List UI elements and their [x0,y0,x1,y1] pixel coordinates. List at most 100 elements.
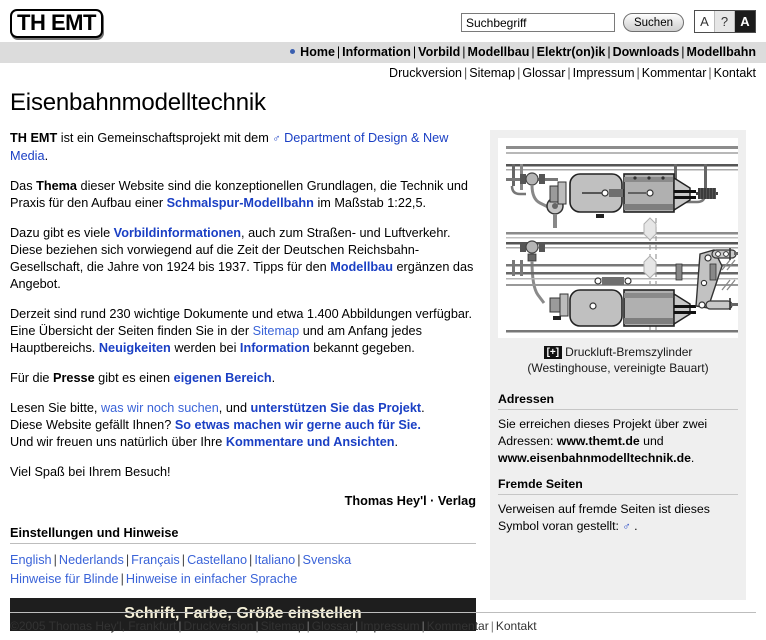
accessibility-help-button[interactable]: ? [715,11,735,32]
support-text-3: . [421,401,425,415]
external-text-1: Verweisen auf fremde Seiten ist dieses S… [498,502,710,533]
settings-heading: Einstellungen und Hinweise [10,526,179,540]
nav-separator: | [531,45,535,59]
nav-separator: | [681,45,685,59]
subnav-separator: | [708,66,712,80]
subnav-item-impressum[interactable]: Impressum [573,66,635,80]
documents-text-3: werden bei [170,341,240,355]
thema-paragraph: Das Thema dieser Website sind die konzep… [10,178,476,212]
footer-link-kontakt[interactable]: Kontakt [496,619,537,633]
lang-separator: | [297,553,301,567]
intro-paragraph: TH EMT ist ein Gemeinschaftsprojekt mit … [10,130,476,165]
footer-link-kommentar[interactable]: Kommentar [427,619,489,633]
documents-text-4: bekannt gegeben. [309,341,415,355]
zoom-plus-icon[interactable]: [+] [543,346,563,359]
addresses-heading: Adressen [498,392,555,406]
intro-text-1: ist ein Gemeinschaftsprojekt mit dem [57,131,273,145]
footer-link-impressum[interactable]: Impressum [360,619,419,633]
addresses-text-2: und [639,434,664,448]
text-size-small-button[interactable]: A [695,11,715,32]
footer-link-glossar[interactable]: Glossar [312,619,353,633]
signature: Thomas Hey'l · Verlag [344,494,476,508]
presse-text-1: Für die [10,371,54,385]
footer-separator: | [255,619,259,633]
technical-drawing-svg [498,138,738,338]
link-was-wir-noch-suchen[interactable]: was wir noch suchen [101,401,219,415]
search-area: Suchen [460,13,684,32]
footer-separator: | [306,619,310,633]
lang-link-francais[interactable]: Français [131,553,180,567]
subnav-item-kontakt[interactable]: Kontakt [714,66,756,80]
vorbild-paragraph: Dazu gibt es viele Vorbildinformationen,… [10,225,476,293]
lang-link-italiano[interactable]: Italiano [254,553,295,567]
figure-caption-line2: (Westinghouse, vereinigte Bauart) [527,361,709,375]
lang-separator: | [181,553,186,567]
link-modellbau[interactable]: Modellbau [330,260,393,274]
figure-caption: [+] Druckluft-Bremszylinder (Westinghouse,… [498,338,738,386]
language-links: English | Nederlands | Français | Castellano | I… [10,552,476,569]
presse-text-2: gibt es einen [94,371,174,385]
link-eigener-bereich[interactable]: eigenen Bereich [174,371,272,385]
subnav-item-glossar[interactable]: Glossar [522,66,565,80]
brand-name: TH EMT [10,131,58,145]
external-text-2: . [630,519,638,533]
utility-navigation: Druckversion | Sitemap | Glossar | Impressum | K… [0,63,766,83]
search-button[interactable]: Suchen [622,13,684,32]
nav-separator: | [607,45,611,59]
support-text-1: Lesen Sie bitte, [10,401,101,415]
thema-text-1: Das [10,179,37,193]
footer-separator: | [421,619,425,633]
nav-item-downloads[interactable]: Downloads [613,45,680,59]
site-logo[interactable]: TH EMT [10,9,103,38]
nav-item-home[interactable]: Home [300,45,335,59]
subnav-item-kommentar[interactable]: Kommentar [642,66,707,80]
copyright-text: ©2005 Thomas Hey'l, Frankfurt [10,619,177,633]
brake-cylinder-illustration[interactable] [498,138,738,338]
link-hinweise-einfacher-sprache[interactable]: Hinweise in einfacher Sprache [126,572,297,586]
figure-caption-line1: Druckluft-Bremszylinder [565,345,693,359]
footer-link-sitemap[interactable]: Sitemap [261,619,305,633]
link-vorbildinformationen[interactable]: Vorbildinformationen [114,226,241,240]
nav-item-vorbild[interactable]: Vorbild [418,45,460,59]
lang-link-nederlands[interactable]: Nederlands [59,553,124,567]
subnav-item-sitemap[interactable]: Sitemap [469,66,515,80]
support-text-2: , und [218,401,251,415]
support-paragraph: Lesen Sie bitte, was wir noch suchen, un… [10,400,476,451]
lang-separator: | [125,553,130,567]
link-hinweise-fuer-blinde[interactable]: Hinweise für Blinde [10,572,119,586]
external-sites-text: Verweisen auf fremde Seiten ist dieses S… [498,501,738,536]
nav-item-modellbahn[interactable]: Modellbahn [687,45,756,59]
link-unterstuetzen-sie-das-projekt[interactable]: unterstützen Sie das Projekt [251,401,422,415]
accessibility-links: Hinweise für Blinde | Hinweise in einfache… [10,571,476,588]
link-so-etwas-machen-wir[interactable]: So etwas machen wir gerne auch für Sie. [175,418,421,432]
text-size-large-button[interactable]: A [735,11,755,32]
lang-separator: | [53,553,57,567]
site-header: TH EMT Suchen A ? A [0,0,766,42]
thema-emphasis: Thema [36,179,77,193]
addresses-text-3: . [690,451,695,465]
search-input[interactable] [460,13,615,32]
support-text-6: . [394,435,399,449]
page-title: Eisenbahnmodelltechnik [10,89,266,116]
link-neuigkeiten[interactable]: Neuigkeiten [99,341,171,355]
settings-divider [10,543,476,544]
nav-item-modellbau[interactable]: Modellbau [468,45,530,59]
subnav-item-druckversion[interactable]: Druckversion [389,66,462,80]
lang-link-english[interactable]: English [10,553,52,567]
domain-themt: www.themt.de [556,434,640,448]
presse-text-3: . [271,371,276,385]
link-information[interactable]: Information [240,341,310,355]
link-schmalspur-modellbahn[interactable]: Schmalspur-Modellbahn [167,196,314,210]
footer-links: ©2005 Thomas Hey'l, Frankfurt | Druckversi… [10,613,756,640]
documents-paragraph: Derzeit sind rund 230 wichtige Dokumente… [10,306,476,357]
footer-link-druckversion[interactable]: Druckversion [183,619,253,633]
lang-link-castellano[interactable]: Castellano [187,553,247,567]
subnav-separator: | [567,66,571,80]
nav-item-information[interactable]: Information [342,45,411,59]
closing-paragraph: Viel Spaß bei Ihrem Besuch! [10,465,171,479]
presse-emphasis: Presse [53,371,95,385]
link-sitemap[interactable]: Sitemap [253,324,300,338]
link-kommentare-und-ansichten[interactable]: Kommentare und Ansichten [226,435,395,449]
lang-link-svenska[interactable]: Svenska [303,553,352,567]
nav-item-elektronik[interactable]: Elektr(on)ik [537,45,606,59]
